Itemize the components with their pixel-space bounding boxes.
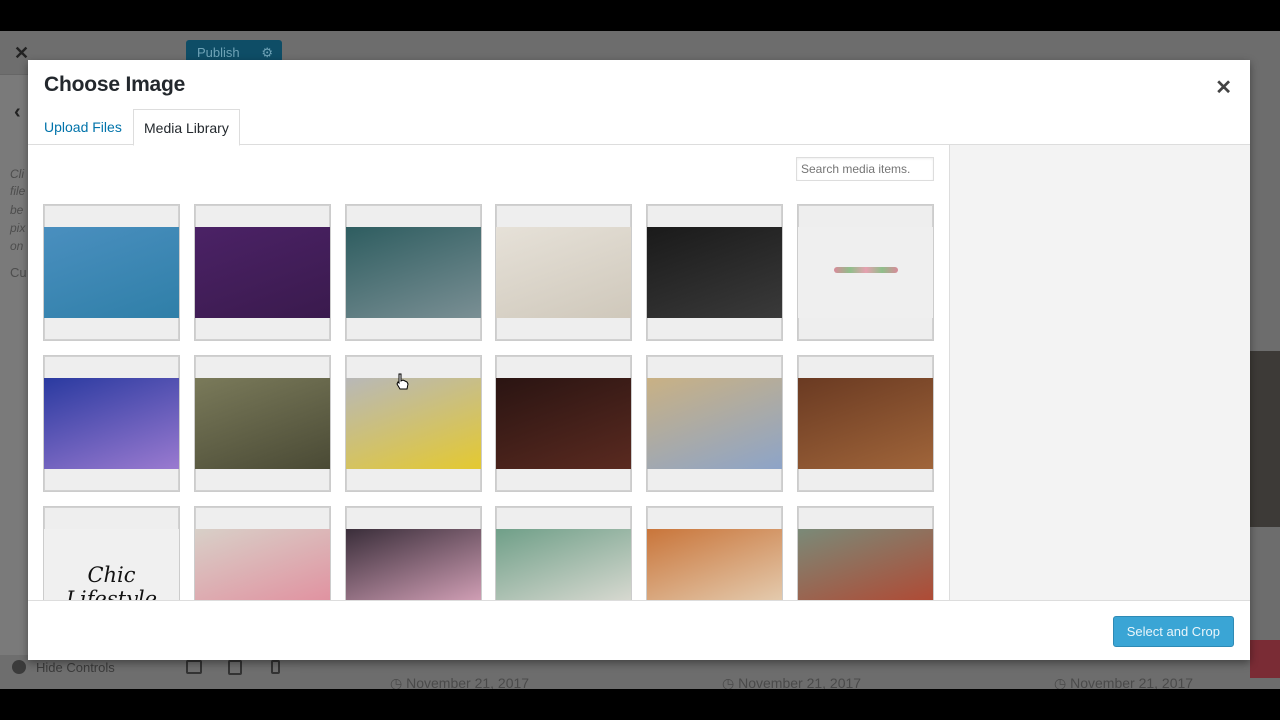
select-and-crop-button[interactable]: Select and Crop (1112, 616, 1234, 647)
post-date-text: November 21, 2017 (406, 675, 530, 689)
hide-controls: Hide Controls (12, 660, 115, 675)
post-date: ◷ November 21, 2017 (1054, 675, 1194, 689)
media-item[interactable] (345, 356, 481, 491)
mobile-icon (271, 660, 280, 674)
side-text-4: pix (10, 221, 26, 235)
media-thumbnail (798, 378, 933, 469)
media-item[interactable] (647, 205, 783, 340)
media-thumbnail: Chic Lifestyle (44, 529, 179, 600)
media-thumbnail (345, 378, 481, 469)
media-item[interactable] (44, 205, 179, 340)
media-thumbnail (798, 227, 933, 318)
side-text-5: on (10, 239, 24, 253)
screen-frame: ✕ Publish ⚙ ‹ Cli file be pix on Cu Hide… (0, 0, 1280, 720)
media-thumbnail (496, 529, 632, 600)
collapse-icon (12, 660, 26, 674)
chic-lifestyle-logo: Chic Lifestyle (65, 563, 158, 600)
hide-controls-label: Hide Controls (36, 660, 115, 675)
media-item[interactable] (496, 356, 632, 491)
media-thumbnail (798, 529, 933, 600)
tab-media-library[interactable]: Media Library (133, 109, 240, 146)
media-library-content: Chic Lifestyle (28, 145, 949, 600)
media-item[interactable] (647, 507, 783, 600)
choose-image-modal: Choose Image ✕ Upload Files Media Librar… (28, 60, 1250, 660)
modal-footer: Select and Crop (28, 600, 1250, 660)
media-thumbnail (647, 529, 783, 600)
media-item[interactable] (194, 507, 330, 600)
side-text-3: be (10, 203, 24, 217)
media-thumbnail (44, 378, 179, 469)
desktop-icon (186, 660, 202, 674)
media-item[interactable] (194, 356, 330, 491)
floral-logo-icon (834, 267, 898, 273)
media-item[interactable] (798, 507, 933, 600)
media-thumbnail (647, 227, 783, 318)
side-text-cu: Cu (10, 265, 27, 280)
media-thumbnail (496, 227, 632, 318)
post-date: ◷ November 21, 2017 (722, 675, 862, 689)
media-thumbnail (345, 529, 481, 600)
customizer-backdrop: ✕ Publish ⚙ ‹ Cli file be pix on Cu Hide… (0, 31, 1280, 689)
media-thumbnail (647, 378, 783, 469)
media-thumbnail (44, 227, 179, 318)
media-item[interactable] (496, 507, 632, 600)
media-item[interactable] (496, 205, 632, 340)
media-thumbnail (194, 529, 330, 600)
attachment-details-sidebar (949, 145, 1250, 600)
media-item[interactable] (798, 356, 933, 491)
preview-red-button (1250, 640, 1280, 678)
media-item[interactable] (194, 205, 330, 340)
back-arrow-icon: ‹ (14, 101, 21, 123)
media-thumbnail (194, 378, 330, 469)
tab-upload-files[interactable]: Upload Files (34, 109, 132, 145)
search-input[interactable] (796, 157, 934, 181)
publish-label: Publish (197, 45, 240, 60)
media-thumbnail (345, 227, 481, 318)
media-thumbnail (496, 378, 632, 469)
side-text-1: Cli (10, 167, 24, 181)
hand-cursor-icon (396, 373, 409, 390)
preview-photo (1250, 351, 1280, 527)
tablet-icon (228, 660, 242, 675)
media-item[interactable] (647, 356, 783, 491)
media-item[interactable] (798, 205, 933, 340)
media-thumbnail (194, 227, 330, 318)
media-item[interactable] (44, 356, 179, 491)
side-text-2: file (10, 184, 26, 198)
media-item[interactable]: Chic Lifestyle (44, 507, 179, 600)
close-icon[interactable]: ✕ (1215, 75, 1232, 100)
modal-title: Choose Image (44, 73, 186, 96)
post-date: ◷ November 21, 2017 (390, 675, 530, 689)
post-date-text: November 21, 2017 (1070, 675, 1194, 689)
modal-tabs: Upload Files Media Library (28, 109, 1250, 146)
media-item[interactable] (345, 205, 481, 340)
media-item[interactable] (345, 507, 481, 600)
post-date-text: November 21, 2017 (738, 675, 862, 689)
customizer-close-icon: ✕ (14, 43, 30, 63)
